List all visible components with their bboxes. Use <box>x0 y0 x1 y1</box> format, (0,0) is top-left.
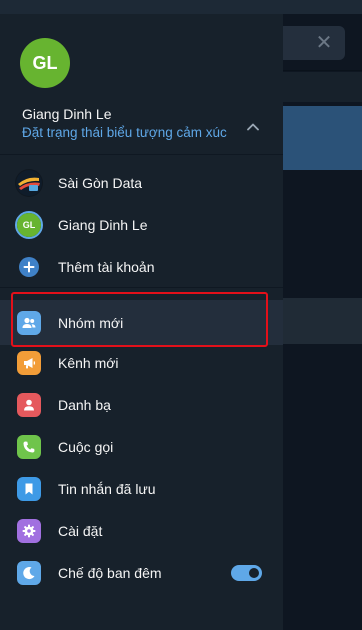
menu-item-label: Chế độ ban đêm <box>58 565 162 581</box>
account-item-giang-dinh-le[interactable]: GL Giang Dinh Le <box>0 204 283 246</box>
night-mode-toggle[interactable] <box>231 565 262 581</box>
group-icon <box>17 310 41 335</box>
menu-item-label: Nhóm mới <box>58 314 124 331</box>
phone-icon <box>17 435 41 459</box>
divider <box>0 154 283 155</box>
side-drawer: GL Giang Dinh Le Đặt trạng thái biểu tượ… <box>0 14 283 630</box>
saigon-data-logo <box>15 169 43 197</box>
chat-row-hover <box>283 298 362 344</box>
add-account-button[interactable]: Thêm tài khoản <box>0 246 283 288</box>
chevron-up-icon[interactable] <box>245 119 261 135</box>
chat-list-band <box>283 72 362 102</box>
gear-icon <box>17 519 41 543</box>
plus-icon <box>19 257 39 277</box>
menu-item-label: Cuộc gọi <box>58 439 114 455</box>
user-name: Giang Dinh Le <box>22 106 112 122</box>
account-label: Giang Dinh Le <box>58 217 148 233</box>
menu-item-label: Cài đặt <box>58 523 103 539</box>
divider <box>283 70 362 71</box>
toggle-knob <box>247 566 261 580</box>
close-icon[interactable]: ✕ <box>314 30 334 54</box>
avatar[interactable]: GL <box>20 38 70 88</box>
menu-item-calls[interactable]: Cuộc gọi <box>0 426 283 468</box>
set-emoji-status-link[interactable]: Đặt trạng thái biểu tượng cảm xúc <box>22 125 227 140</box>
account-label: Sài Gòn Data <box>58 175 143 191</box>
bookmark-icon <box>17 477 41 501</box>
menu-item-new-channel[interactable]: Kênh mới <box>0 342 283 384</box>
menu-item-label: Tin nhắn đã lưu <box>58 481 156 497</box>
contact-icon <box>17 393 41 417</box>
menu-item-label: Danh bạ <box>58 397 111 413</box>
add-account-label: Thêm tài khoản <box>58 259 155 275</box>
title-bar <box>0 0 362 14</box>
account-avatar: GL <box>15 211 43 239</box>
avatar: GL <box>17 213 41 237</box>
moon-icon <box>17 561 41 585</box>
menu-item-new-group[interactable]: Nhóm mới <box>0 300 283 345</box>
menu-item-label: Kênh mới <box>58 355 119 371</box>
menu-item-contacts[interactable]: Danh bạ <box>0 384 283 426</box>
divider <box>0 287 283 288</box>
menu-item-saved-messages[interactable]: Tin nhắn đã lưu <box>0 468 283 510</box>
selected-chat-row[interactable] <box>283 106 362 170</box>
menu-item-settings[interactable]: Cài đặt <box>0 510 283 552</box>
account-item-saigon-data[interactable]: Sài Gòn Data <box>0 162 283 204</box>
megaphone-icon <box>17 351 41 375</box>
